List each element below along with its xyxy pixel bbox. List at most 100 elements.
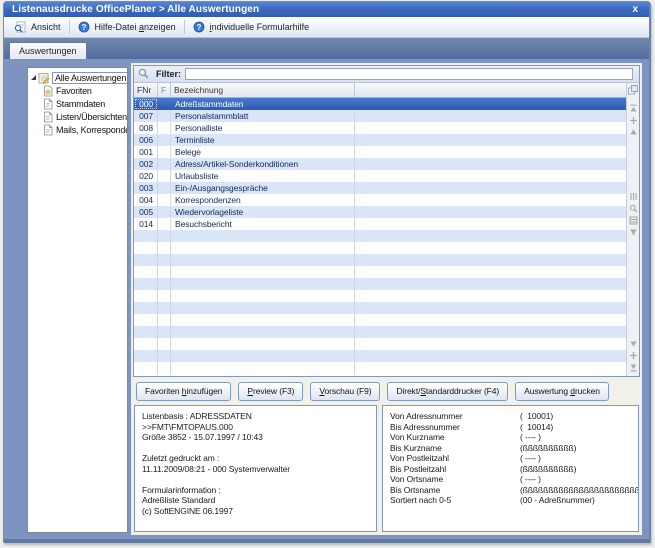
table-view-icon[interactable] <box>629 216 638 225</box>
cell-extra <box>355 314 626 326</box>
columns-icon[interactable] <box>629 192 638 201</box>
cell-fnr <box>134 314 158 326</box>
column-header-fnr[interactable]: FNr <box>134 83 158 97</box>
title-bar: Listenausdrucke OfficePlaner > Alle Ausw… <box>4 2 649 17</box>
add-row-icon[interactable] <box>629 116 638 125</box>
add-favorites-button[interactable]: Favoriten hinzufügen <box>136 382 231 401</box>
close-button[interactable]: x <box>629 4 641 15</box>
cell-extra <box>355 254 626 266</box>
table-body: 000 Adreßstammdaten 007 Personalstammbla… <box>134 98 626 374</box>
table-row[interactable] <box>134 362 626 374</box>
cell-extra <box>355 290 626 302</box>
expander-icon[interactable] <box>31 75 36 80</box>
cell-f <box>158 98 171 110</box>
scroll-bottom-icon[interactable] <box>629 363 638 372</box>
table-row[interactable]: 004 Korrespondenzen <box>134 194 626 206</box>
table-row[interactable]: 005 Wiedervorlageliste <box>134 206 626 218</box>
direct-print-button[interactable]: Direkt/Standarddrucker (F4) <box>387 382 508 401</box>
column-chooser-icon[interactable] <box>628 85 638 95</box>
table-row[interactable] <box>134 350 626 362</box>
print-report-button[interactable]: Auswertung drucken <box>515 382 609 401</box>
cell-extra <box>355 182 626 194</box>
cell-fnr: 003 <box>134 182 158 194</box>
cell-bezeichnung <box>171 266 355 278</box>
vorschau-button[interactable]: Vorschau (F9) <box>310 382 380 401</box>
column-header-bezeichnung[interactable]: Bezeichnung <box>171 83 355 97</box>
scroll-down-icon[interactable] <box>629 339 638 348</box>
page-icon <box>42 98 54 110</box>
info-label: Von Adressnummer <box>390 411 520 422</box>
info-value: (ßßßßßßßßßß) <box>520 443 576 454</box>
info-label: Bis Adressnummer <box>390 422 520 433</box>
filter-funnel-icon[interactable] <box>629 228 638 237</box>
cell-fnr: 005 <box>134 206 158 218</box>
info-line <box>142 443 369 454</box>
cell-f <box>158 290 171 302</box>
table-row[interactable]: 001 Belege <box>134 146 626 158</box>
info-row: Bis Kurzname(ßßßßßßßßßß) <box>390 443 631 454</box>
table-row[interactable] <box>134 338 626 350</box>
tree-item-mails-korrespondenzen[interactable]: Mails, Korrespondenzen <box>28 123 127 136</box>
info-value: ( ---- ) <box>520 453 541 464</box>
table-row[interactable]: 006 Terminliste <box>134 134 626 146</box>
cell-bezeichnung <box>171 362 355 374</box>
table-row[interactable] <box>134 242 626 254</box>
info-row: Bis Adressnummer( 10014) <box>390 422 631 433</box>
tab-auswertungen[interactable]: Auswertungen <box>9 42 87 59</box>
info-panel-right: Von Adressnummer( 10001)Bis Adressnummer… <box>382 405 639 532</box>
toolbar-button-ansicht[interactable]: Ansicht <box>8 19 67 36</box>
table-row[interactable]: 002 Adress/Artikel-Sonderkonditionen <box>134 158 626 170</box>
table-row[interactable] <box>134 254 626 266</box>
tree-item-favoriten[interactable]: Favoriten <box>28 84 127 97</box>
table-row[interactable] <box>134 326 626 338</box>
table-row[interactable] <box>134 290 626 302</box>
tree-item-label: Mails, Korrespondenzen <box>56 125 128 135</box>
table-row[interactable]: 003 Ein-/Ausgangsgespräche <box>134 182 626 194</box>
cell-f <box>158 350 171 362</box>
toolbar-separator <box>69 20 70 34</box>
cell-fnr: 020 <box>134 170 158 182</box>
preview-button[interactable]: Preview (F3) <box>238 382 303 401</box>
cell-bezeichnung <box>171 254 355 266</box>
tree-item-stammdaten[interactable]: Stammdaten <box>28 97 127 110</box>
cell-bezeichnung: Wiedervorlageliste <box>171 206 355 218</box>
cell-fnr: 002 <box>134 158 158 170</box>
info-line <box>142 474 369 485</box>
page-icon <box>42 124 54 136</box>
info-label: Bis Postleitzahl <box>390 464 520 475</box>
cell-extra <box>355 146 626 158</box>
table-row[interactable] <box>134 278 626 290</box>
cell-extra <box>355 122 626 134</box>
cell-fnr: 006 <box>134 134 158 146</box>
cell-f <box>158 158 171 170</box>
toolbar-button-hilfe-datei[interactable]: ? Hilfe-Datei anzeigen <box>72 19 182 36</box>
table-row[interactable] <box>134 314 626 326</box>
column-header-extra[interactable] <box>355 83 626 97</box>
cell-extra <box>355 326 626 338</box>
cell-bezeichnung: Ein-/Ausgangsgespräche <box>171 182 355 194</box>
scroll-up-icon[interactable] <box>629 128 638 137</box>
tree-item-label: Alle Auswertungen <box>52 72 128 84</box>
table-row[interactable] <box>134 266 626 278</box>
table-row[interactable]: 014 Besuchsbericht <box>134 218 626 230</box>
tree-item-listen-uebersichten[interactable]: Listen/Übersichten <box>28 110 127 123</box>
table-row[interactable]: 008 Personalliste <box>134 122 626 134</box>
tree-item-label: Listen/Übersichten <box>56 112 127 122</box>
table-row[interactable]: 007 Personalstammblatt <box>134 110 626 122</box>
filter-input[interactable] <box>185 68 633 80</box>
table-row[interactable]: 020 Urlaubsliste <box>134 170 626 182</box>
toolbar-button-formularhilfe[interactable]: ? individuelle Formularhilfe <box>187 19 316 36</box>
column-header-f[interactable]: F <box>158 83 171 97</box>
scroll-top-icon[interactable] <box>629 104 638 113</box>
cell-fnr: 008 <box>134 122 158 134</box>
cell-extra <box>355 194 626 206</box>
search-icon <box>138 68 150 80</box>
tree-item-alle-auswertungen[interactable]: Alle Auswertungen <box>28 71 127 84</box>
table-row[interactable]: 000 Adreßstammdaten <box>134 98 626 110</box>
table-row[interactable] <box>134 230 626 242</box>
table-row[interactable] <box>134 302 626 314</box>
cell-fnr <box>134 242 158 254</box>
category-tree: Alle Auswertungen Favoriten Stammdaten L… <box>27 67 128 533</box>
add-row-icon[interactable] <box>629 351 638 360</box>
zoom-icon[interactable] <box>629 204 638 213</box>
